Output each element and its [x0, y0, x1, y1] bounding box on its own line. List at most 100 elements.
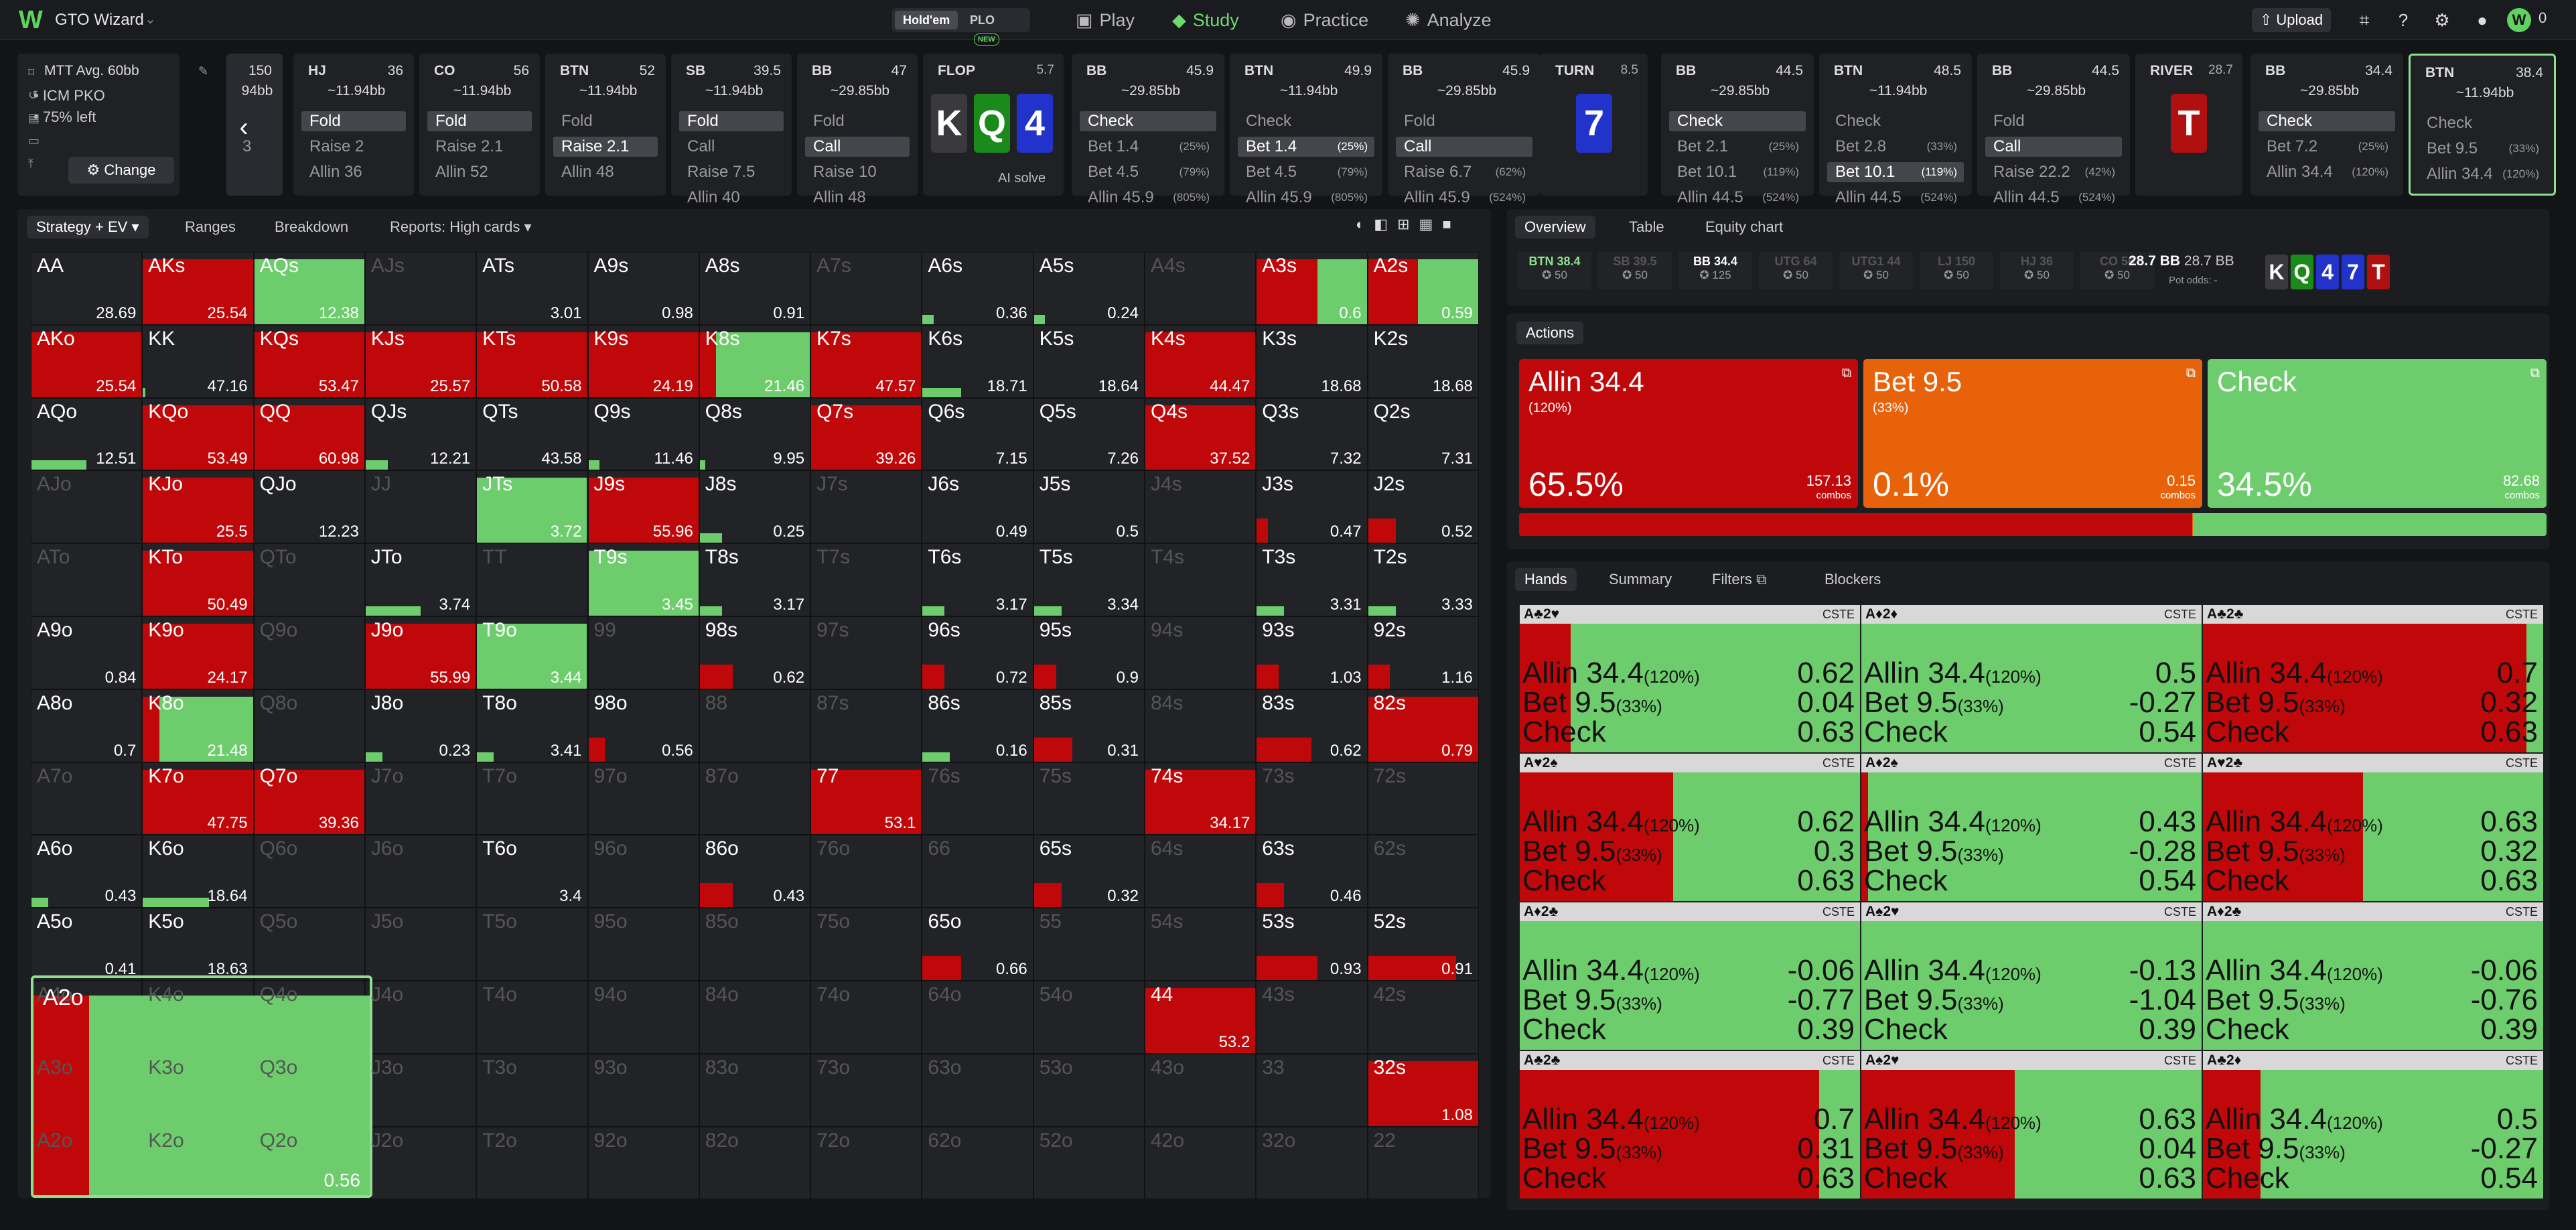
- hand-combo-cell[interactable]: A♠2♥ CSTE Allin 34.4(120%) 0.63 Bet 9.5(33%)…: [1861, 1050, 2202, 1199]
- hand-cell[interactable]: 96o: [587, 835, 699, 908]
- card-option[interactable]: Allin 40: [679, 188, 784, 208]
- hand-cell[interactable]: T4s: [1145, 543, 1257, 616]
- hand-cell[interactable]: T7o: [476, 762, 588, 835]
- hand-cell[interactable]: Q7o 39.36: [253, 762, 365, 835]
- hand-cell[interactable]: 95s 0.9: [1033, 616, 1145, 689]
- card-option[interactable]: Call: [1396, 137, 1532, 157]
- hand-cell[interactable]: AJs: [364, 252, 477, 325]
- collapse-icon[interactable]: ⤒: [28, 157, 33, 171]
- hand-cell[interactable]: J8o 0.23: [364, 689, 477, 762]
- hand-cell[interactable]: 32o: [1256, 1126, 1368, 1200]
- hand-cell[interactable]: 55: [1033, 908, 1145, 981]
- player-chip-bb[interactable]: BB 34.4 ✪ 125: [1678, 252, 1752, 289]
- hand-cell[interactable]: KQo 53.49: [142, 397, 254, 471]
- hand-cell[interactable]: A6s 0.36: [922, 252, 1033, 325]
- hand-combo-cell[interactable]: A♦2♦ CSTE Allin 34.4(120%) 0.5 Bet 9.5(33%) -…: [1861, 604, 2202, 753]
- hand-cell[interactable]: K7o 47.75: [142, 762, 254, 835]
- tab-hands[interactable]: Hands: [1515, 568, 1577, 591]
- history-icon[interactable]: ↺: [28, 88, 38, 102]
- hand-cell[interactable]: K4s 44.47: [1145, 324, 1257, 398]
- card-option[interactable]: Allin 34.4 (120%): [2419, 164, 2546, 184]
- player-chip-hj[interactable]: HJ 36 ✪ 50: [2000, 252, 2074, 289]
- action-card-btn[interactable]: BTN 48.5 ~11.94bb Check Bet 2.8 (33%) Bet 10.1…: [1819, 54, 1972, 206]
- hand-cell[interactable]: A8s 0.91: [699, 252, 811, 325]
- card-option[interactable]: Bet 10.1 (119%): [1669, 162, 1806, 182]
- app-name[interactable]: GTO Wizard: [55, 11, 144, 29]
- card-option[interactable]: Fold: [427, 111, 532, 131]
- hand-cell[interactable]: K5o 18.63: [142, 908, 254, 981]
- action-card-bb[interactable]: BB 47 ~29.85bb Fold Call Raise 10 Allin 48: [797, 54, 918, 206]
- card-option[interactable]: Raise 22.2 (42%): [1985, 162, 2122, 182]
- card-option[interactable]: Check: [1827, 111, 1964, 131]
- card-option[interactable]: Raise 6.7 (62%): [1396, 162, 1532, 182]
- hand-cell[interactable]: 84s: [1145, 689, 1257, 762]
- card-option[interactable]: Allin 36: [301, 162, 406, 182]
- user-icon[interactable]: ●: [2472, 9, 2493, 31]
- hand-cell[interactable]: Q7s 39.26: [810, 397, 922, 471]
- hand-cell[interactable]: QJs 12.21: [364, 397, 477, 471]
- action-card-bb[interactable]: BB 34.4 ~29.85bb Check Bet 7.2 (25%) Allin 34.…: [2250, 54, 2403, 196]
- hand-cell[interactable]: 32s 1.08: [1367, 1053, 1479, 1127]
- hand-cell[interactable]: KTo 50.49: [142, 543, 254, 616]
- hand-cell[interactable]: AA 28.69: [31, 252, 143, 325]
- hand-cell[interactable]: 65s 0.32: [1033, 835, 1145, 908]
- hand-cell[interactable]: KQs 53.47: [253, 324, 365, 398]
- hand-cell[interactable]: J9o 55.99: [364, 616, 477, 689]
- action-card-btn[interactable]: BTN 49.9 ~11.94bb Check Bet 1.4 (25%) Bet 4.5 (…: [1230, 54, 1382, 206]
- hand-cell[interactable]: K6o 18.64: [142, 835, 254, 908]
- hand-cell[interactable]: J5o: [364, 908, 477, 981]
- card-option[interactable]: Allin 52: [427, 162, 532, 182]
- save-icon[interactable]: ▤: [28, 111, 40, 125]
- hand-cell[interactable]: AQo 12.51: [31, 397, 143, 471]
- hand-cell[interactable]: ATo: [31, 543, 143, 616]
- tab-equity-chart[interactable]: Equity chart: [1705, 216, 1783, 238]
- hand-cell[interactable]: 42s: [1367, 981, 1479, 1054]
- hand-cell[interactable]: 43o: [1145, 1053, 1257, 1127]
- hand-cell[interactable]: Q6s 7.15: [922, 397, 1033, 471]
- card-option[interactable]: Raise 2.1: [427, 137, 532, 157]
- hand-cell[interactable]: AQs 12.38: [253, 252, 365, 325]
- hand-cell[interactable]: 97o: [587, 762, 699, 835]
- hand-cell[interactable]: KTs 50.58: [476, 324, 588, 398]
- hand-cell[interactable]: J6o: [364, 835, 477, 908]
- card-option[interactable]: Fold: [553, 111, 658, 131]
- hand-cell[interactable]: J4s: [1145, 470, 1257, 544]
- hand-cell[interactable]: 86s 0.16: [922, 689, 1033, 762]
- tab-strategy-ev[interactable]: Strategy + EV ▾: [27, 216, 149, 238]
- hand-cell[interactable]: 87s: [810, 689, 922, 762]
- chevron-down-icon[interactable]: ⌄: [145, 11, 156, 27]
- hand-cell[interactable]: T9s 3.45: [587, 543, 699, 616]
- expand-icon[interactable]: ⧉: [1842, 366, 1851, 381]
- action-card-hj[interactable]: HJ 36 ~11.94bb Fold Raise 2 Allin 36: [293, 54, 414, 196]
- hand-cell[interactable]: 54s: [1145, 908, 1257, 981]
- card-option[interactable]: Allin 44.5 (524%): [1669, 188, 1806, 208]
- hand-cell[interactable]: A3s 0.6: [1256, 252, 1368, 325]
- hand-cell[interactable]: Q9s 11.46: [587, 397, 699, 471]
- card-option[interactable]: Bet 4.5 (79%): [1238, 162, 1374, 182]
- action-card-btn[interactable]: BTN 52 ~11.94bb Fold Raise 2.1 Allin 48: [545, 54, 666, 196]
- hand-cell[interactable]: 42o: [1145, 1126, 1257, 1200]
- hand-cell[interactable]: 72o: [810, 1126, 922, 1200]
- card-option[interactable]: Allin 34.4 (120%): [2259, 162, 2395, 182]
- action-box[interactable]: Check 34.5% 82.68 combos ⧉: [2208, 359, 2547, 508]
- hand-cell[interactable]: T6s 3.17: [922, 543, 1033, 616]
- hand-cell[interactable]: 96s 0.72: [922, 616, 1033, 689]
- nav-play[interactable]: ▣ Play: [1076, 7, 1135, 33]
- hand-cell[interactable]: A7s: [810, 252, 922, 325]
- hand-cell[interactable]: JTo 3.74: [364, 543, 477, 616]
- hand-cell[interactable]: 53o: [1033, 1053, 1145, 1127]
- ai-solve[interactable]: AI solve: [998, 171, 1046, 186]
- hand-cell[interactable]: 94o: [587, 981, 699, 1054]
- hand-combo-cell[interactable]: A♣2♣ CSTE Allin 34.4(120%) 0.7 Bet 9.5(33%) 0…: [2202, 604, 2544, 753]
- hand-cell[interactable]: K8s 21.46: [699, 324, 811, 398]
- card-option[interactable]: Fold: [301, 111, 406, 131]
- nav-study[interactable]: ◆ Study: [1172, 7, 1239, 33]
- hand-cell[interactable]: AKs 25.54: [142, 252, 254, 325]
- hand-cell[interactable]: 84o: [699, 981, 811, 1054]
- hand-cell[interactable]: 64o: [922, 981, 1033, 1054]
- hand-cell[interactable]: 83s 0.62: [1256, 689, 1368, 762]
- hand-cell[interactable]: 66: [922, 835, 1033, 908]
- hand-cell[interactable]: 72s: [1367, 762, 1479, 835]
- hand-cell[interactable]: 76o: [810, 835, 922, 908]
- hand-cell[interactable]: 75s: [1033, 762, 1145, 835]
